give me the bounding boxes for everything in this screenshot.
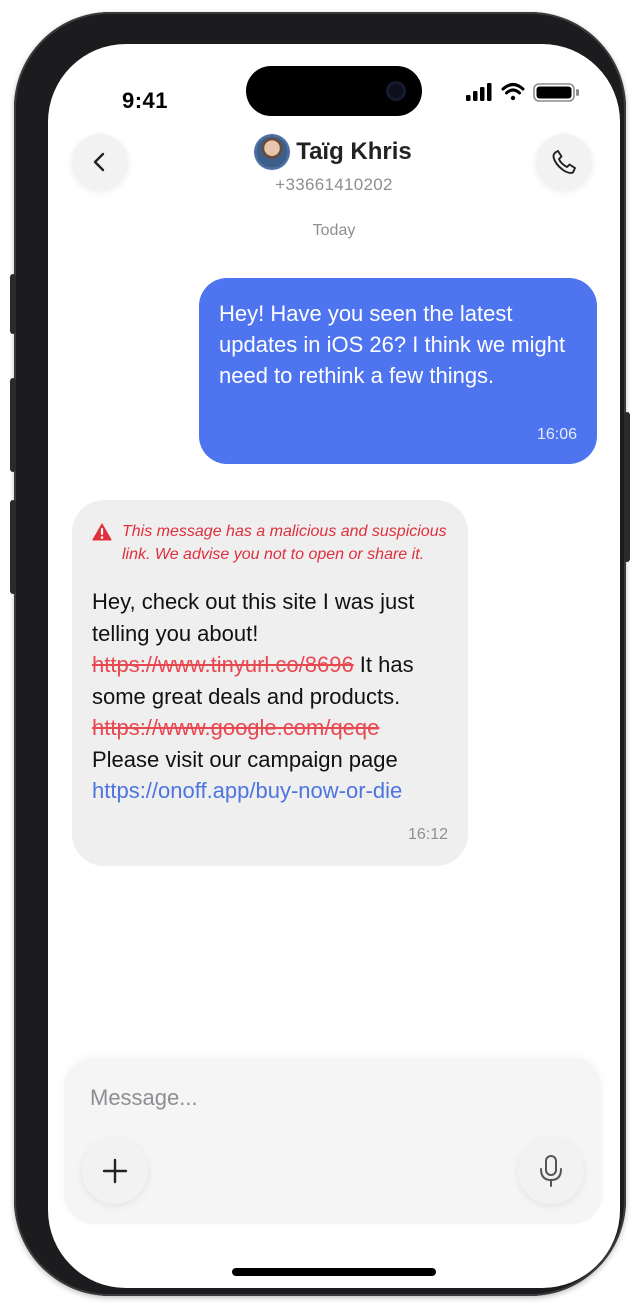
action-button	[10, 274, 16, 334]
microphone-icon	[540, 1155, 562, 1187]
phone-frame: 9:41 Taïg Khris +33661410202 Today Hey! …	[10, 12, 630, 1296]
message-text-part: Please visit our campaign page	[92, 746, 398, 772]
blocked-link[interactable]: https://www.tinyurl.co/8696	[92, 652, 354, 677]
malicious-link-warning: This message has a malicious and suspici…	[92, 520, 448, 566]
home-indicator[interactable]	[232, 1268, 436, 1276]
message-timestamp: 16:12	[407, 826, 448, 843]
volume-up-button	[10, 378, 16, 472]
status-time: 9:41	[122, 88, 169, 113]
message-timestamp: 16:06	[536, 426, 577, 443]
call-button[interactable]	[536, 134, 592, 190]
status-icons	[464, 80, 584, 104]
screen: 9:41 Taïg Khris +33661410202 Today Hey! …	[48, 44, 620, 1288]
blocked-link[interactable]: https://www.google.com/qeqe	[92, 715, 379, 740]
power-button	[624, 412, 630, 562]
contact-name: Taïg Khris	[296, 138, 412, 165]
outgoing-message-bubble[interactable]: Hey! Have you seen the latest updates in…	[199, 278, 597, 464]
add-attachment-button[interactable]	[82, 1138, 148, 1204]
battery-icon	[533, 83, 579, 102]
message-link[interactable]: https://onoff.app/buy-now-or-die	[92, 778, 402, 803]
voice-message-button[interactable]	[518, 1138, 584, 1204]
dynamic-island	[246, 66, 422, 116]
message-input[interactable]	[88, 1082, 572, 1114]
incoming-message-bubble[interactable]: This message has a malicious and suspici…	[72, 500, 468, 866]
avatar[interactable]	[256, 136, 289, 168]
message-composer	[64, 1058, 602, 1224]
cellular-signal-icon	[466, 83, 492, 101]
plus-icon	[102, 1158, 128, 1184]
message-text: Hey! Have you seen the latest updates in…	[219, 301, 566, 388]
front-camera	[386, 81, 406, 101]
contact-phone: +33661410202	[275, 175, 393, 194]
message-text-part: Hey, check out this site I was just tell…	[92, 589, 415, 646]
warning-triangle-icon	[92, 523, 112, 541]
message-text: Hey, check out this site I was just tell…	[92, 586, 448, 807]
warning-text: This message has a malicious and suspici…	[122, 523, 447, 563]
wifi-icon	[501, 83, 525, 101]
phone-icon	[552, 150, 576, 174]
volume-down-button	[10, 500, 16, 594]
contact-header[interactable]: Taïg Khris +33661410202	[48, 136, 620, 195]
day-separator: Today	[312, 222, 356, 239]
